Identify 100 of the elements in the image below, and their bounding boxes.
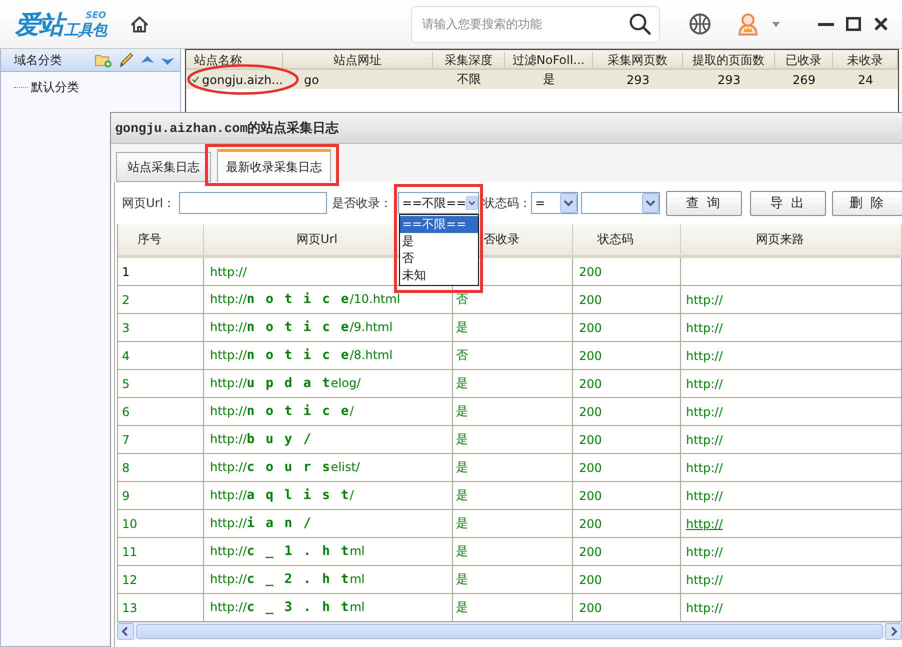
scroll-right-icon[interactable]: [885, 623, 902, 640]
chevron-down-icon[interactable]: [642, 193, 660, 213]
operator-select[interactable]: =: [531, 192, 578, 214]
url-input[interactable]: [179, 192, 328, 214]
link[interactable]: http://: [686, 572, 723, 586]
tree-item[interactable]: 默认分类: [29, 78, 81, 96]
table-cell: 10: [122, 516, 138, 530]
table-cell: http://c_3.html: [210, 600, 365, 615]
table-row[interactable]: gongju.aizh... go 不限 是 293 293 269 24: [186, 70, 898, 89]
close-icon[interactable]: [874, 17, 888, 31]
table-cell: 200: [579, 488, 602, 502]
indexed-select[interactable]: ==不限==: [398, 192, 480, 214]
dropdown-option[interactable]: 是: [400, 233, 478, 250]
field-label: 状态码：: [483, 194, 532, 212]
ball-icon[interactable]: [689, 13, 711, 35]
link[interactable]: http://: [686, 600, 723, 614]
table-cell: 200: [579, 572, 602, 586]
link[interactable]: http://: [686, 460, 723, 474]
table-cell: 是: [456, 431, 468, 448]
table-cell: 200: [579, 348, 602, 362]
table-cell: http://c_1.html: [210, 544, 365, 559]
query-button[interactable]: 查 询: [666, 190, 742, 216]
column-header[interactable]: 过滤NoFoll...: [505, 52, 593, 69]
value-select[interactable]: [581, 192, 660, 214]
pencil-icon[interactable]: [119, 52, 134, 68]
column-header[interactable]: 序号: [138, 231, 162, 248]
export-button[interactable]: 导 出: [750, 190, 826, 216]
caret-icon[interactable]: [772, 22, 780, 26]
scroll-left-icon[interactable]: [117, 623, 134, 640]
column-header[interactable]: 网页来路: [756, 231, 804, 248]
table-cell: http://updatelog/: [210, 376, 361, 391]
minimize-icon[interactable]: [818, 22, 834, 26]
table-cell-text: go: [303, 72, 320, 86]
table-cell: 2: [122, 292, 130, 306]
dialog-title: gongju.aizhan.com的站点采集日志: [111, 113, 902, 144]
dropdown-option[interactable]: ==不限==: [400, 216, 478, 233]
tab[interactable]: 站点采集日志: [116, 152, 211, 182]
table-cell: http://notice/: [210, 404, 354, 419]
link[interactable]: http://: [686, 348, 723, 362]
table-cell: 是: [456, 599, 468, 616]
table-cell-text: 269: [792, 72, 816, 86]
table-cell: http://ian/: [210, 516, 312, 531]
delete-button[interactable]: 删 除: [832, 190, 902, 216]
table-cell: http://c_2.html: [210, 572, 365, 587]
table-cell: http://notice/8.html: [210, 348, 393, 363]
link[interactable]: http://: [686, 292, 723, 306]
table-cell-text: 不限: [456, 71, 482, 88]
table-cell: 是: [456, 487, 468, 504]
column-header[interactable]: 否收录: [484, 231, 520, 248]
arrow-down-icon[interactable]: [161, 56, 174, 64]
dropdown-option[interactable]: 否: [400, 250, 478, 267]
column-header[interactable]: 采集深度: [433, 52, 505, 69]
chevron-down-icon[interactable]: [466, 193, 478, 213]
table-cell: 200: [579, 516, 602, 530]
column-header[interactable]: 站点网址: [283, 52, 433, 69]
table-cell: http://aqlist/: [210, 488, 354, 503]
table-cell: 200: [579, 460, 602, 474]
table-cell: http://: [210, 264, 247, 278]
search-icon[interactable]: [629, 12, 651, 34]
column-header[interactable]: 网页Url: [296, 231, 338, 248]
table-cell: 3: [122, 320, 130, 334]
table-cell: 200: [579, 320, 602, 334]
table-cell: 5: [122, 376, 130, 390]
home-icon[interactable]: [130, 16, 149, 32]
arrow-up-icon[interactable]: [141, 56, 154, 64]
dropdown-option[interactable]: 未知: [400, 267, 478, 284]
table-cell-text: 293: [716, 72, 742, 86]
maximize-icon[interactable]: [846, 17, 861, 31]
scrollbar-thumb[interactable]: [136, 624, 883, 639]
table-cell: 是: [456, 403, 468, 420]
table-cell: 1: [122, 264, 130, 278]
table-cell: http://buy/: [210, 432, 312, 447]
link[interactable]: http://: [686, 376, 723, 390]
link[interactable]: http://: [686, 544, 723, 558]
link[interactable]: http://: [686, 432, 723, 446]
table-cell: 是: [456, 375, 468, 392]
chevron-down-icon[interactable]: [560, 193, 578, 213]
table-cell: 12: [122, 572, 138, 586]
table-cell: 13: [122, 600, 138, 614]
link[interactable]: http://: [686, 488, 723, 502]
table-cell-text: 24: [856, 72, 874, 86]
table-cell: 200: [579, 292, 602, 306]
table-cell: 6: [122, 404, 130, 418]
table-cell: 200: [579, 264, 602, 278]
folder-add-icon[interactable]: [95, 52, 112, 68]
column-header[interactable]: 提取的页面数: [683, 52, 775, 69]
tab[interactable]: 最新收录采集日志: [217, 149, 331, 182]
search-field[interactable]: 请输入您要搜索的功能: [411, 6, 660, 42]
column-header[interactable]: 状态码: [598, 231, 634, 248]
column-header[interactable]: 采集网页数: [593, 52, 683, 69]
link[interactable]: http://: [686, 516, 723, 530]
table-cell-text: 293: [626, 72, 650, 86]
link[interactable]: http://: [686, 404, 723, 418]
table-cell-text: 是: [542, 71, 556, 88]
column-header[interactable]: 未收录: [833, 52, 898, 69]
table-cell: http://notice/10.html: [210, 292, 400, 307]
link[interactable]: http://: [686, 320, 723, 334]
table-cell: 9: [122, 488, 130, 502]
table-cell: 11: [122, 544, 138, 558]
column-header[interactable]: 已收录: [775, 52, 833, 69]
